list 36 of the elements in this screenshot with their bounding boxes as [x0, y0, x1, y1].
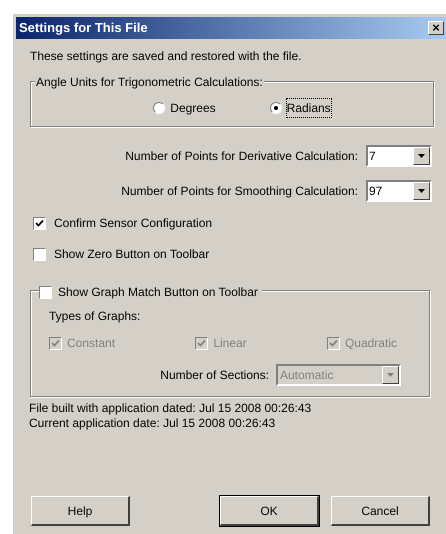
radio-label: Radians	[286, 99, 331, 117]
dropdown-label: Number of Points for Smoothing Calculation:	[121, 183, 358, 200]
types-label: Types of Graphs:	[49, 308, 142, 325]
dropdown-field[interactable]: 97	[366, 180, 432, 202]
radio-label: Degrees	[170, 100, 216, 117]
checkbox[interactable]	[33, 216, 46, 230]
checkbox[interactable]	[39, 286, 52, 298]
window-title: Settings for This File	[19, 19, 148, 38]
dropdown-arrow-button[interactable]	[413, 182, 430, 200]
checkbox-label: Confirm Sensor Configuration	[54, 215, 212, 232]
checkbox-label: Linear	[213, 335, 247, 352]
dialog-button[interactable]: Help	[31, 496, 130, 526]
checkbox-label: Show Graph Match Button on Toolbar	[58, 284, 258, 301]
dialog-button[interactable]: OK	[220, 496, 319, 526]
dropdown-label: Number of Points for Derivative Calculation:	[125, 148, 358, 165]
checkbox-label: Show Zero Button on Toolbar	[54, 246, 210, 263]
checkbox-label: Constant	[67, 335, 116, 352]
dropdown-label: Number of Sections:	[160, 367, 269, 384]
checkbox-label: Quadratic	[344, 335, 397, 352]
radio-button[interactable]	[270, 102, 282, 114]
check-icon	[328, 338, 338, 348]
dialog-button[interactable]: Cancel	[331, 496, 430, 526]
check-icon	[51, 338, 60, 348]
intro-text: These settings are saved and restored with the file.	[30, 48, 302, 65]
checkbox[interactable]	[33, 248, 46, 260]
dropdown-field[interactable]: 7	[366, 145, 432, 167]
close-button[interactable]: ×	[428, 21, 444, 35]
dropdown-arrow-button[interactable]	[413, 147, 430, 165]
check-icon	[35, 218, 44, 228]
info-text: File built with application dated: Jul 15 2008 00:26:43	[29, 401, 312, 416]
info-text: Current application date: Jul 15 2008 00:26:43	[29, 416, 276, 431]
check-icon	[197, 338, 206, 348]
caret-icon	[418, 189, 425, 193]
radio-button[interactable]	[153, 102, 166, 114]
caret-icon	[387, 373, 394, 377]
caret-icon	[418, 154, 425, 158]
